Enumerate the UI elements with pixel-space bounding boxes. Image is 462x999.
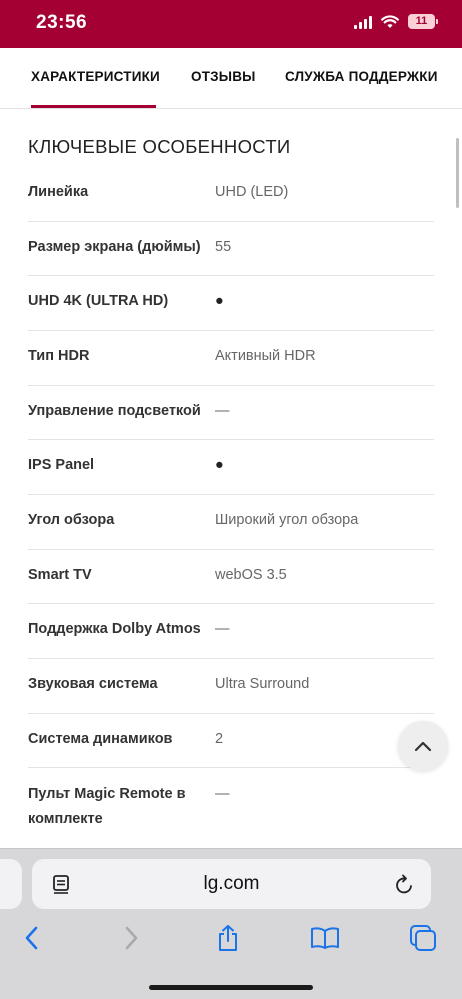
spec-label: Smart TV — [28, 567, 92, 583]
spec-row: Поддержка Dolby Atmos — — [28, 604, 434, 659]
spec-row: Звуковая система Ultra Surround — [28, 659, 434, 714]
share-icon — [219, 925, 237, 951]
chevron-up-icon — [414, 741, 432, 752]
spec-row: UHD 4K (ULTRA HD) ● — [28, 276, 434, 331]
address-bar[interactable]: lg.com — [32, 859, 431, 909]
active-tab-indicator — [31, 105, 156, 108]
battery-level: 11 — [408, 14, 435, 29]
back-icon — [25, 926, 38, 950]
url-text: lg.com — [203, 873, 260, 894]
spec-label: Угол обзора — [28, 512, 115, 528]
spec-label: Размер экрана (дюймы) — [28, 239, 201, 255]
share-button[interactable] — [210, 923, 246, 953]
spec-value: Активный HDR — [215, 348, 316, 364]
spec-value: Ultra Surround — [215, 676, 310, 692]
spec-label: Звуковая система — [28, 676, 158, 692]
spec-value: 2 — [215, 731, 224, 747]
spec-value: — — [215, 786, 230, 802]
status-icons: 11 — [354, 14, 438, 29]
previous-tab-preview[interactable] — [0, 859, 22, 909]
tab-specifications[interactable]: ХАРАКТЕРИСТИКИ — [31, 69, 160, 84]
spec-row: Пульт Magic Remote в комплекте — — [28, 768, 434, 843]
spec-row: Управление подсветкой — — [28, 386, 434, 440]
tabs-icon — [410, 925, 436, 951]
forward-button[interactable] — [113, 923, 149, 953]
wifi-icon — [381, 14, 399, 28]
tab-support[interactable]: СЛУЖБА ПОДДЕРЖКИ — [285, 69, 438, 84]
spec-label: Тип HDR — [28, 348, 90, 364]
tabs-button[interactable] — [405, 923, 441, 953]
spec-row: IPS Panel ● — [28, 440, 434, 495]
bookmarks-button[interactable] — [307, 923, 343, 953]
spec-row: Угол обзора Широкий угол обзора — [28, 495, 434, 550]
spec-label: UHD 4K (ULTRA HD) — [28, 293, 169, 309]
back-button[interactable] — [14, 923, 50, 953]
tab-reviews[interactable]: ОТЗЫВЫ — [191, 69, 256, 84]
battery-icon: 11 — [408, 14, 438, 29]
section-title: КЛЮЧЕВЫЕ ОСОБЕННОСТИ — [28, 136, 291, 157]
spec-value: 55 — [215, 239, 232, 255]
browser-toolbar: lg.com — [0, 848, 462, 999]
reload-icon[interactable] — [395, 873, 415, 895]
spec-value: Широкий угол обзора — [215, 512, 359, 528]
cellular-signal-icon — [354, 15, 372, 29]
spec-value: UHD (LED) — [215, 184, 289, 200]
spec-row: Линейка UHD (LED) — [28, 166, 434, 222]
spec-row: Система динамиков 2 — [28, 714, 434, 768]
status-time: 23:56 — [36, 12, 88, 33]
spec-value: — — [215, 403, 230, 419]
spec-label: Пульт Magic Remote в комплекте — [28, 786, 186, 827]
spec-label: Система динамиков — [28, 731, 173, 747]
forward-icon — [125, 926, 138, 950]
spec-label: IPS Panel — [28, 457, 95, 473]
status-bar: 23:56 11 — [0, 0, 462, 48]
spec-row: Тип HDR Активный HDR — [28, 331, 434, 386]
scrollbar[interactable] — [456, 138, 459, 208]
spec-value: — — [215, 621, 230, 637]
product-tabs: ХАРАКТЕРИСТИКИ ОТЗЫВЫ СЛУЖБА ПОДДЕРЖКИ — [0, 48, 462, 109]
spec-label: Управление подсветкой — [28, 403, 201, 419]
scroll-to-top-button[interactable] — [398, 721, 448, 771]
spec-label: Поддержка Dolby Atmos — [28, 621, 201, 637]
spec-value: ● — [215, 293, 224, 309]
spec-value: ● — [215, 457, 224, 473]
spec-value: webOS 3.5 — [215, 567, 287, 583]
spec-label: Линейка — [28, 184, 89, 200]
bookmarks-icon — [311, 927, 339, 949]
home-indicator[interactable] — [149, 985, 313, 990]
spec-row: Размер экрана (дюймы) 55 — [28, 222, 434, 276]
spec-row: Smart TV webOS 3.5 — [28, 550, 434, 604]
